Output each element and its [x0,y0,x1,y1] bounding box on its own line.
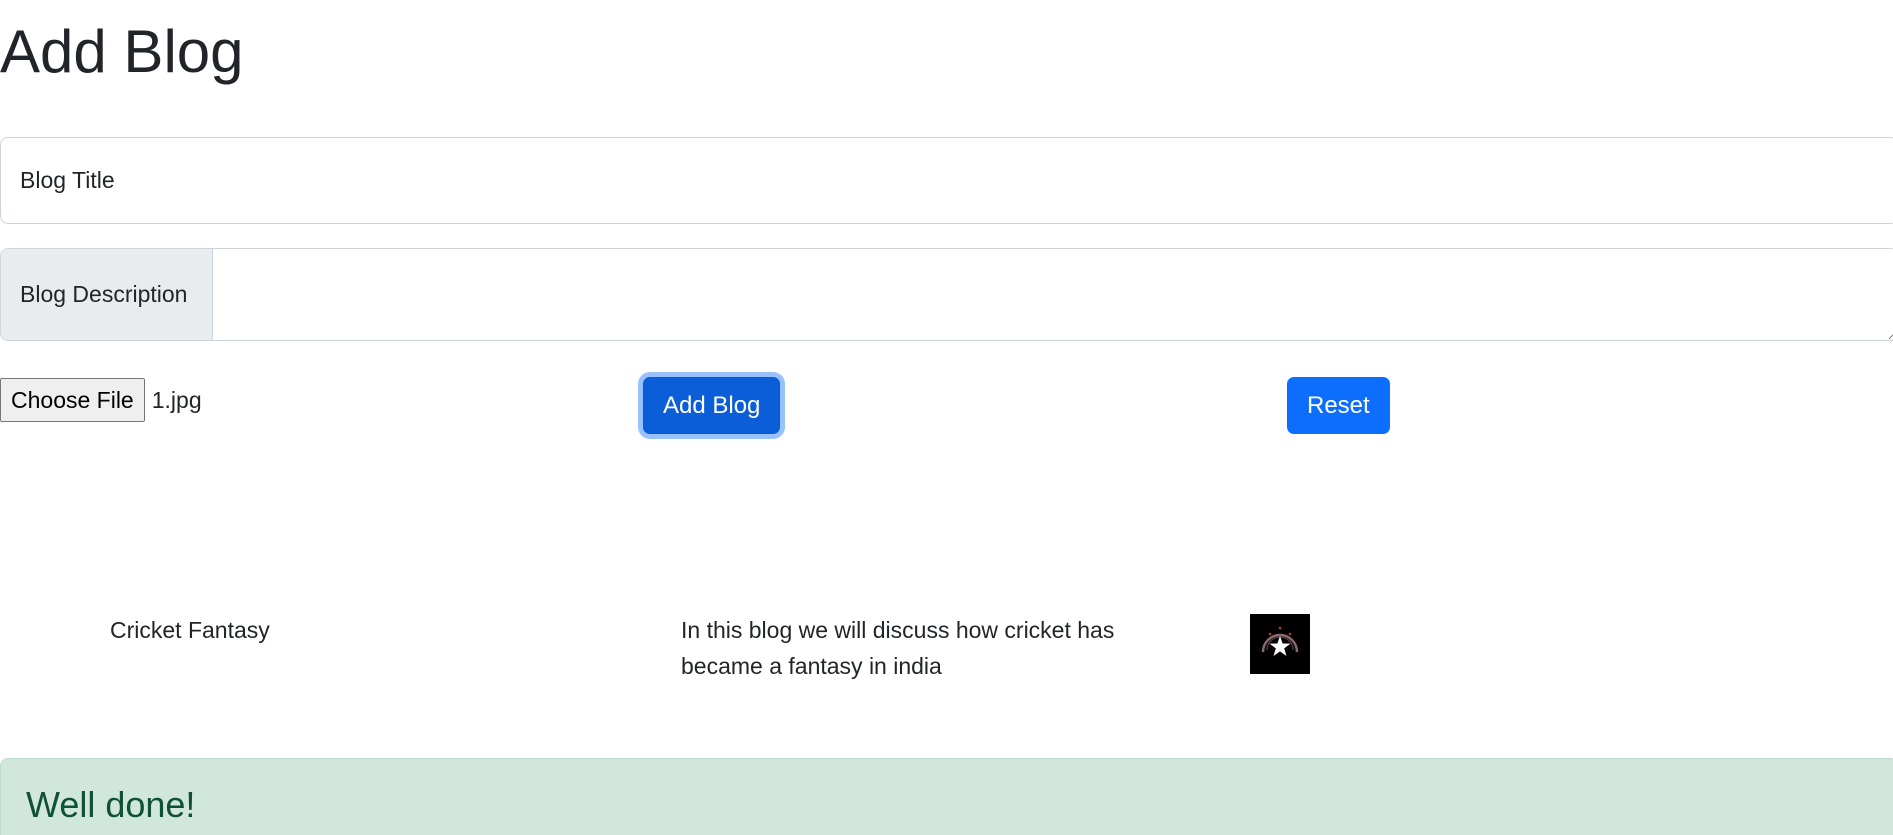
blog-description-group: Blog Description [0,248,1893,341]
reset-button[interactable]: Reset [1287,377,1390,434]
selected-file-name: 1.jpg [151,386,202,413]
add-blog-button[interactable]: Add Blog [643,377,781,434]
blog-entry-image [1250,614,1310,674]
alert-heading: Well done! [26,784,196,825]
success-alert: Well done! [0,758,1893,835]
file-input: Choose File 1.jpg [0,378,202,422]
star-emblem-icon [1250,614,1310,674]
add-blog-page: Add Blog Blog Description Choose File 1.… [0,0,1893,835]
blog-description-textarea[interactable] [213,249,1893,340]
blog-list-item: Cricket Fantasy In this blog we will dis… [0,612,1893,702]
blog-entry-description: In this blog we will discuss how cricket… [681,617,1115,679]
page-title: Add Blog [0,18,244,85]
blog-title-input[interactable] [0,137,1893,224]
blog-entry-title: Cricket Fantasy [110,617,270,643]
choose-file-button[interactable]: Choose File [0,378,145,422]
blog-description-label: Blog Description [1,249,213,340]
